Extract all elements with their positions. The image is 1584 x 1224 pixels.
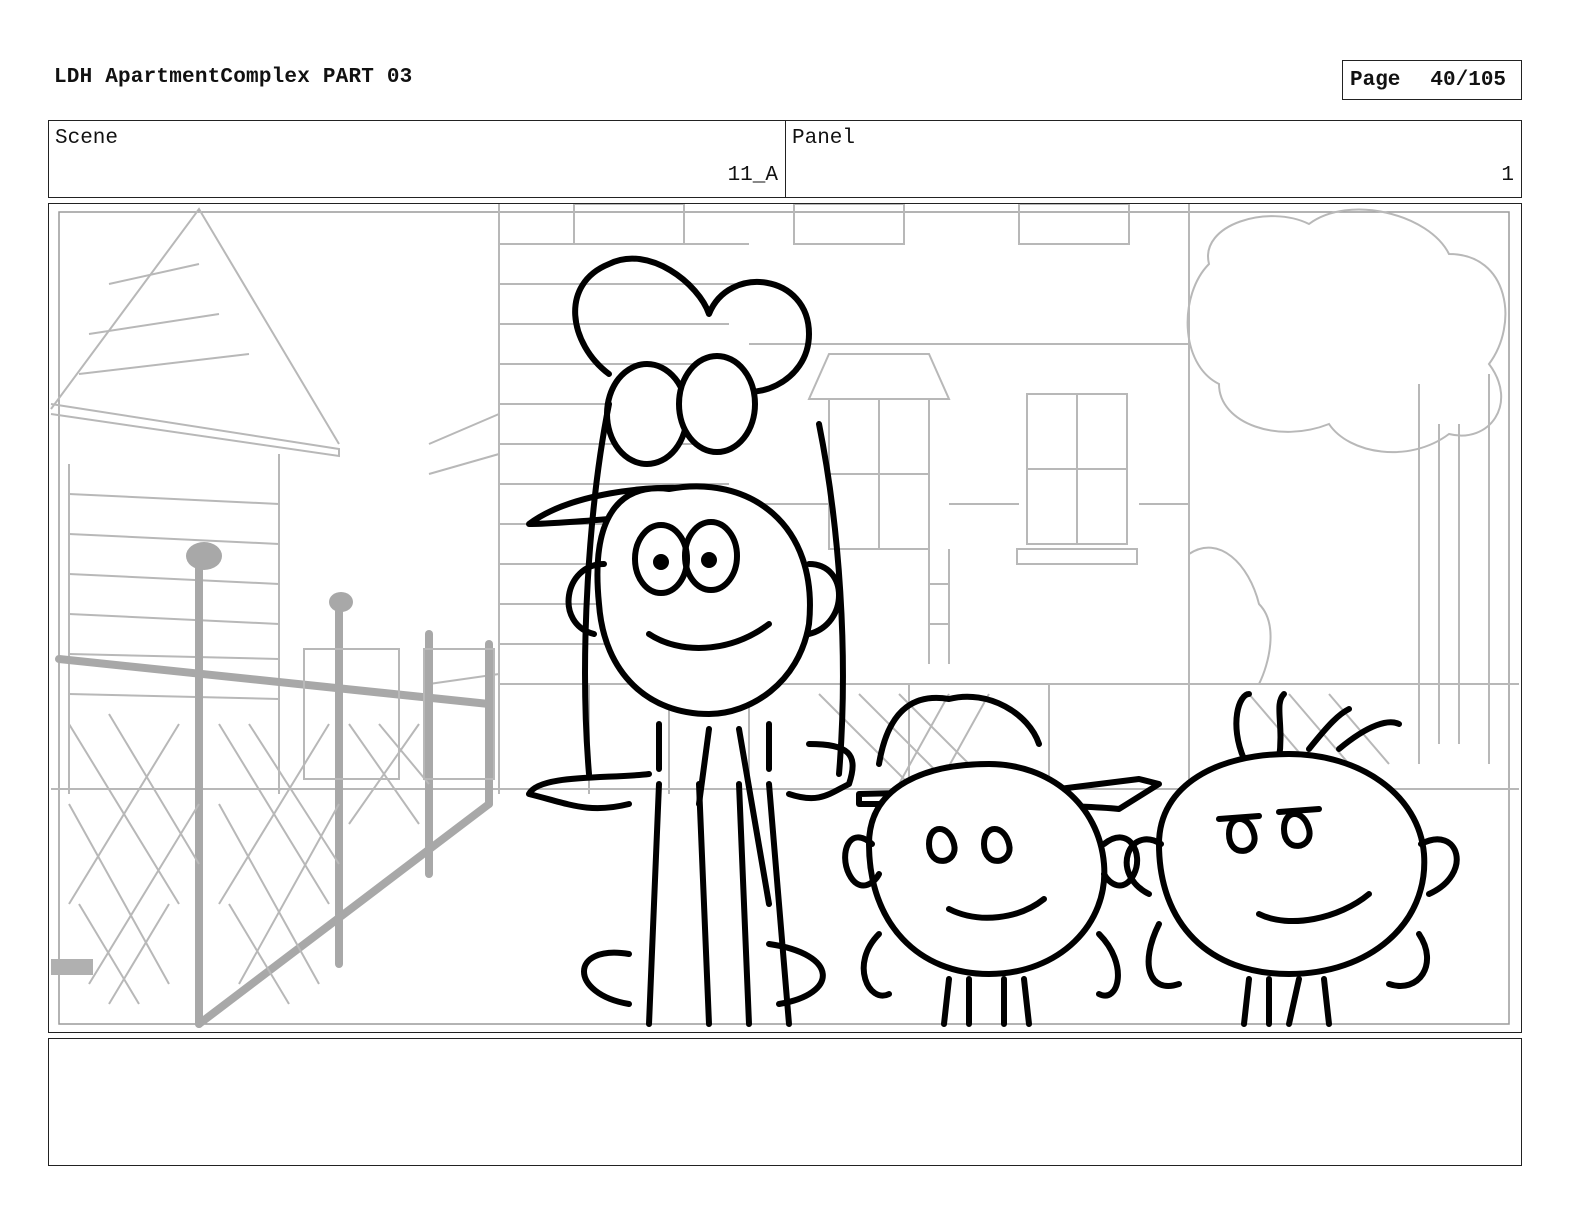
right-window-mullions xyxy=(1027,394,1127,544)
gate-panel-1 xyxy=(303,648,400,780)
middle-girl-face xyxy=(866,761,1108,977)
page-label: Page xyxy=(1350,68,1401,92)
right-girl-legs xyxy=(1241,976,1332,1027)
storyboard-drawing xyxy=(50,204,1519,1028)
left-house-walls xyxy=(68,454,280,794)
post-cap-1 xyxy=(186,542,222,570)
tall-girl-neck xyxy=(656,721,772,772)
dormer-window-mullions xyxy=(829,399,929,549)
scene-panel-table: Scene 11_A Panel 1 xyxy=(48,120,1522,198)
storyboard-frame xyxy=(48,203,1522,1033)
fence-bottom-rail xyxy=(195,800,493,1028)
tall-girl-glasses-right xyxy=(676,353,758,455)
tall-girl-tie xyxy=(696,726,772,907)
post-cap-2 xyxy=(329,592,353,612)
building-ledges xyxy=(749,343,1189,505)
middle-girl xyxy=(842,693,1162,1027)
scene-cell: Scene 11_A xyxy=(49,121,786,197)
left-fence xyxy=(55,542,493,1028)
dormer-roof xyxy=(807,353,951,400)
page-number: 40/105 xyxy=(1430,68,1507,92)
tall-girl-pupil-left xyxy=(653,554,669,570)
scene-label: Scene xyxy=(55,127,119,150)
upper-window-3 xyxy=(1018,204,1130,245)
ground-block xyxy=(51,959,93,975)
scene-value: 11_A xyxy=(727,164,778,187)
balcony-rail xyxy=(928,549,950,664)
upper-window-1 xyxy=(573,204,685,245)
left-roof-shingles xyxy=(78,263,250,375)
middle-girl-legs xyxy=(941,976,1032,1027)
right-window-sill xyxy=(1016,548,1138,565)
page-indicator: Page 40/105 xyxy=(1342,60,1522,100)
tree-canopy xyxy=(1186,208,1507,454)
tall-girl-glasses-left xyxy=(604,361,690,467)
panel-label: Panel xyxy=(792,127,856,150)
characters-layer xyxy=(526,255,1460,1027)
panel-cell: Panel 1 xyxy=(786,121,1521,197)
panel-value: 1 xyxy=(1501,164,1514,187)
tall-girl xyxy=(526,255,856,1027)
document-title: LDH ApartmentComplex PART 03 xyxy=(54,66,413,89)
upper-window-2 xyxy=(793,204,905,245)
right-girl-face xyxy=(1156,751,1428,977)
tall-girl-hair-ends xyxy=(526,741,856,812)
gate-panel-2 xyxy=(423,648,495,780)
tall-girl-pupil-right xyxy=(701,552,717,568)
bush xyxy=(1188,546,1272,685)
left-house-roof xyxy=(50,207,340,445)
left-house-eave xyxy=(50,403,340,458)
action-notes-box xyxy=(48,1038,1522,1166)
